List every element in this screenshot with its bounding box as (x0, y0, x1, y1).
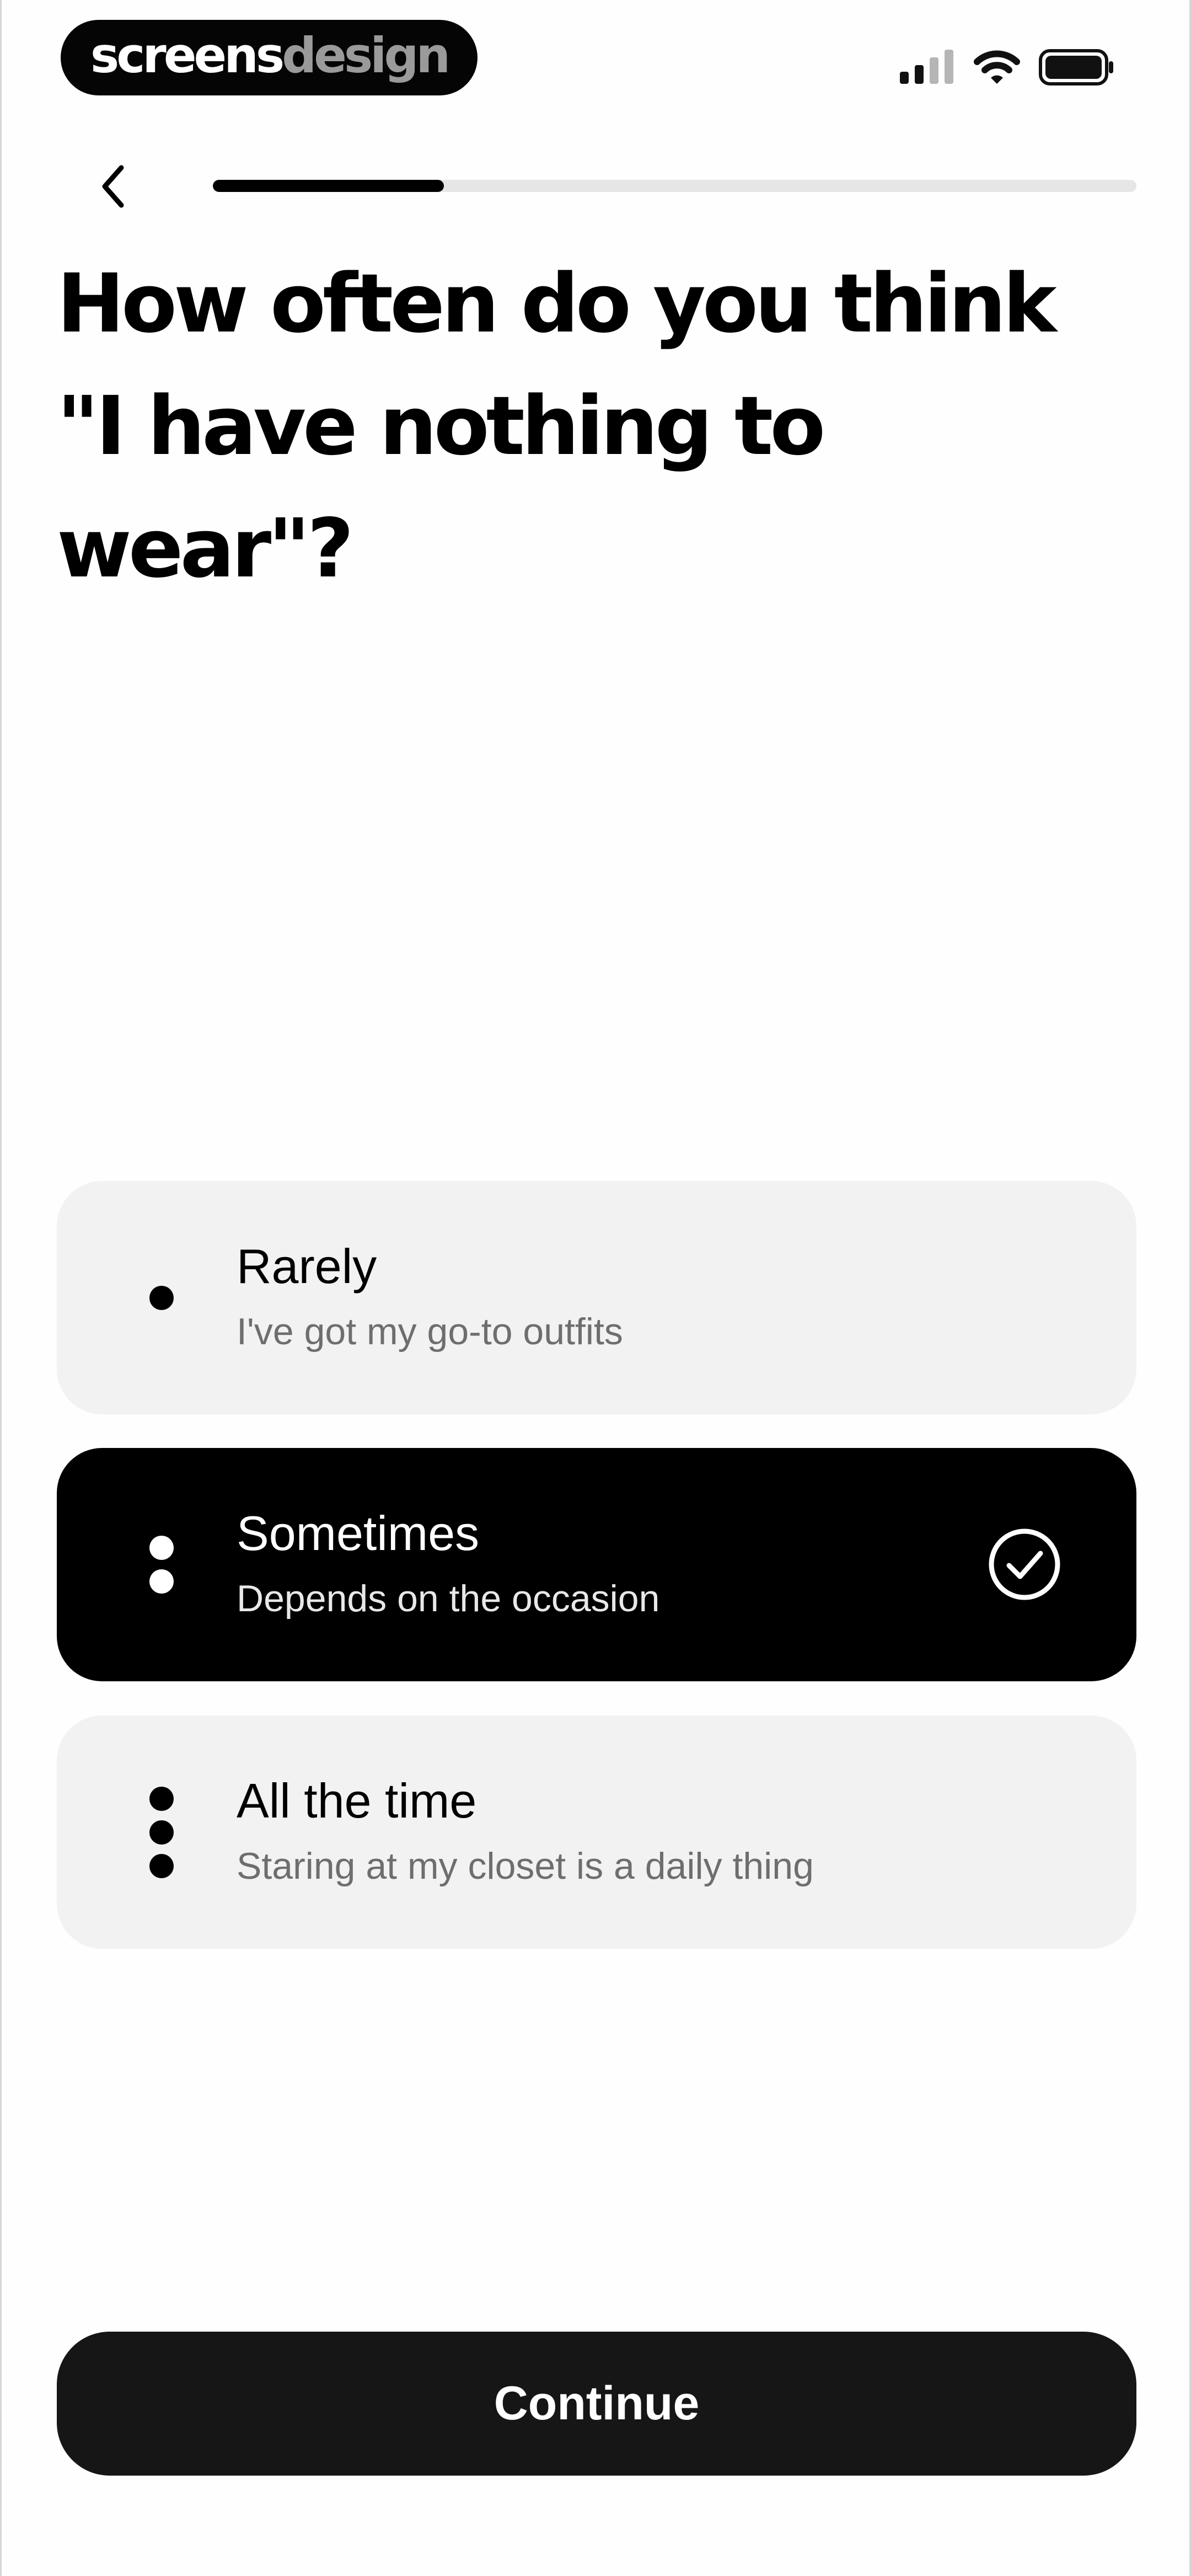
dot (149, 1853, 174, 1878)
option-title: Sometimes (237, 1506, 480, 1560)
frequency-dots-icon (148, 1181, 175, 1414)
frequency-dots-icon (148, 1448, 175, 1681)
status-bar-icons (900, 45, 1115, 89)
progress-fill (213, 180, 444, 192)
screen: screens design How often do you think "I … (0, 0, 1191, 2576)
frequency-dots-icon (148, 1715, 175, 1949)
back-button[interactable] (90, 160, 136, 213)
option-rarely[interactable]: Rarely I've got my go-to outfits (57, 1181, 1136, 1414)
dot (149, 1285, 174, 1310)
brand-text-primary: screens (90, 27, 285, 84)
brand-text-secondary: design (282, 27, 450, 84)
battery-icon (1039, 49, 1113, 85)
dot (149, 1786, 174, 1811)
page-title: How often do you think "I have nothing t… (57, 256, 1057, 596)
brand-logo: screens design (61, 20, 478, 95)
dot (149, 1536, 174, 1560)
option-sometimes[interactable]: Sometimes Depends on the occasion (57, 1448, 1136, 1681)
dot (149, 1569, 174, 1594)
progress-bar (213, 180, 1136, 192)
checkmark-circle-icon (989, 1529, 1060, 1600)
cellular-signal-icon (900, 50, 953, 84)
option-all-the-time[interactable]: All the time Staring at my closet is a d… (57, 1715, 1136, 1949)
chevron-left-icon (102, 165, 124, 208)
option-title: All the time (237, 1773, 477, 1828)
option-subtitle: I've got my go-to outfits (237, 1311, 623, 1353)
continue-button[interactable]: Continue (57, 2332, 1136, 2476)
option-subtitle: Staring at my closet is a daily thing (237, 1845, 814, 1887)
option-title: Rarely (237, 1239, 377, 1294)
option-subtitle: Depends on the occasion (237, 1578, 660, 1620)
wifi-icon (974, 50, 1020, 84)
dot (149, 1820, 174, 1845)
